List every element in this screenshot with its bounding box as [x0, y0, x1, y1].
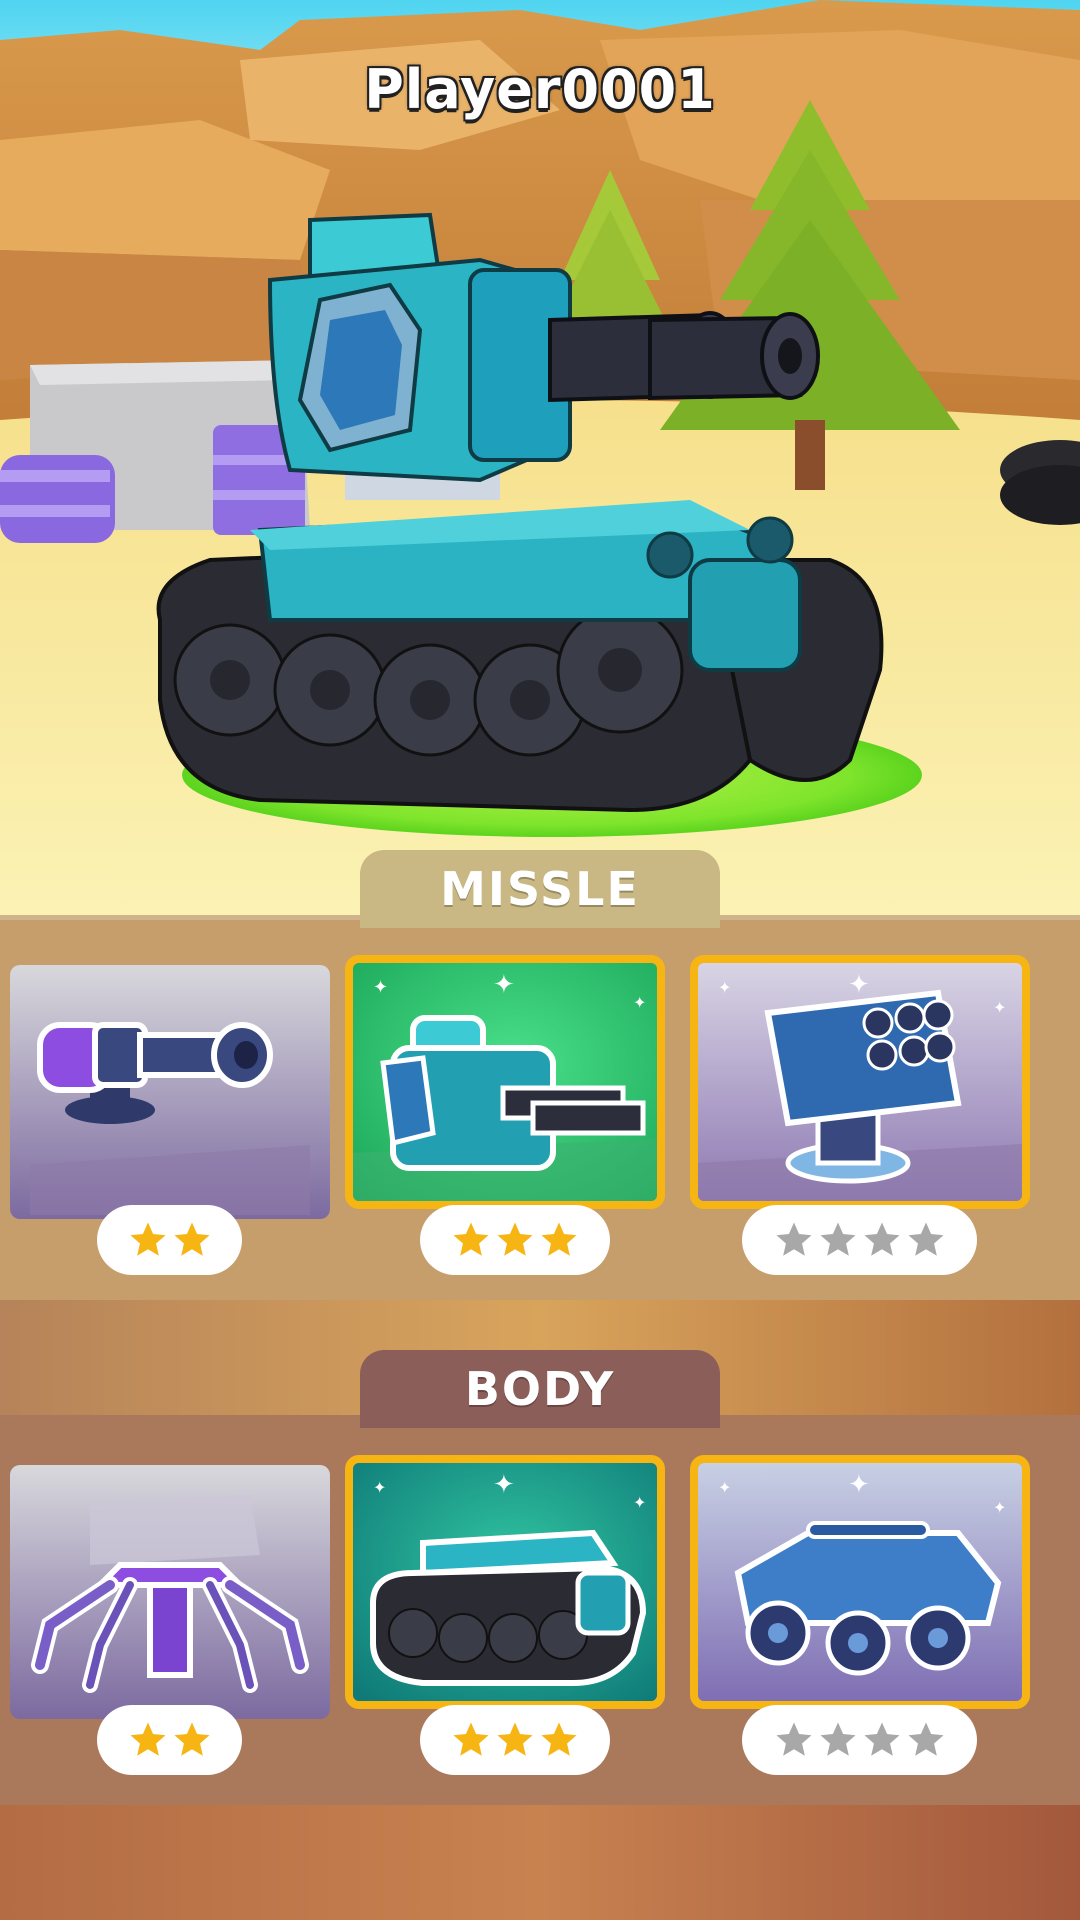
star-filled-icon: [497, 1222, 533, 1256]
star-filled-icon: [174, 1722, 209, 1756]
star-filled-icon: [497, 1722, 533, 1756]
star-empty-icon: [776, 1222, 811, 1256]
star-empty-icon: [820, 1722, 855, 1756]
hero-tank: [156, 212, 884, 813]
star-filled-icon: [130, 1222, 165, 1256]
missle-card-purple-cannon[interactable]: [10, 965, 330, 1219]
spider-legs-stars: [97, 1705, 242, 1775]
body-card-spider-legs[interactable]: [10, 1465, 330, 1719]
star-empty-icon: [864, 1722, 899, 1756]
missle-card-rocket-launcher[interactable]: ✦ ✦ ✦: [690, 955, 1030, 1209]
body-card-tracked-chassis[interactable]: ✦ ✦ ✦: [345, 1455, 665, 1709]
twin-barrel-turret-icon: ✦ ✦ ✦: [353, 963, 657, 1201]
star-filled-icon: [541, 1722, 577, 1756]
svg-text:✦: ✦: [848, 970, 870, 1000]
star-filled-icon: [130, 1722, 165, 1756]
svg-text:✦: ✦: [718, 1478, 731, 1497]
svg-text:✦: ✦: [993, 1498, 1006, 1517]
svg-text:✦: ✦: [633, 993, 646, 1012]
svg-text:✦: ✦: [633, 1493, 646, 1512]
star-empty-icon: [908, 1222, 943, 1256]
purple-cannon-icon: [10, 965, 330, 1219]
body-section-tab: BODY: [360, 1350, 720, 1428]
bottom-ground: [0, 1805, 1080, 1920]
star-empty-icon: [908, 1722, 943, 1756]
rocket-launcher-icon: ✦ ✦ ✦: [698, 963, 1022, 1201]
tracked-chassis-icon: ✦ ✦ ✦: [353, 1463, 657, 1701]
six-wheeler-stars: [742, 1705, 977, 1775]
tracked-chassis-stars: [420, 1705, 610, 1775]
star-filled-icon: [453, 1722, 489, 1756]
star-empty-icon: [820, 1222, 855, 1256]
svg-text:✦: ✦: [373, 977, 388, 998]
svg-text:✦: ✦: [493, 1470, 515, 1500]
missle-section-tab: MISSLE: [360, 850, 720, 928]
star-filled-icon: [541, 1222, 577, 1256]
six-wheeler-icon: ✦ ✦ ✦: [698, 1463, 1022, 1701]
star-filled-icon: [453, 1222, 489, 1256]
game-scene: Player0001 MISSLE BODY ✦ ✦ ✦ ✦ ✦ ✦ ✦ ✦ ✦…: [0, 0, 1080, 1920]
rocket-launcher-stars: [742, 1205, 977, 1275]
missle-card-twin-barrel[interactable]: ✦ ✦ ✦: [345, 955, 665, 1209]
svg-text:✦: ✦: [718, 978, 731, 997]
svg-text:✦: ✦: [848, 1470, 870, 1500]
star-empty-icon: [776, 1722, 811, 1756]
player-name: Player0001: [364, 58, 716, 121]
purple-cannon-stars: [97, 1205, 242, 1275]
svg-text:✦: ✦: [993, 998, 1006, 1017]
body-card-six-wheeler[interactable]: ✦ ✦ ✦: [690, 1455, 1030, 1709]
svg-text:✦: ✦: [493, 970, 515, 1000]
svg-text:✦: ✦: [373, 1478, 386, 1497]
star-empty-icon: [864, 1222, 899, 1256]
twin-barrel-stars: [420, 1205, 610, 1275]
spider-legs-icon: [10, 1465, 330, 1719]
star-filled-icon: [174, 1222, 209, 1256]
